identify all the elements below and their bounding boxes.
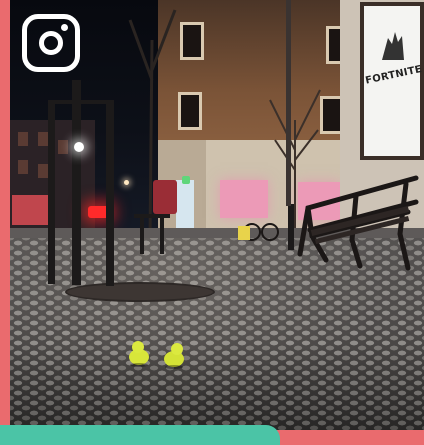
bare-tree — [128, 9, 177, 240]
yellow-duck-figurine — [164, 343, 184, 369]
yellow-bin — [238, 226, 250, 240]
instagram-icon[interactable] — [22, 14, 80, 72]
street-light — [124, 180, 129, 185]
tree-guard-post — [72, 80, 81, 285]
tree-guard-post — [106, 104, 114, 286]
tree-guard-rail — [48, 100, 114, 104]
bench — [297, 175, 419, 271]
tree-grate — [65, 282, 215, 302]
street-lamp-pole — [286, 0, 291, 206]
fortnite-logo-art — [382, 32, 404, 60]
instagram-dot-icon — [61, 24, 68, 31]
sign-post — [288, 204, 294, 250]
instagram-lens-icon — [39, 31, 63, 55]
yellow-duck-figurine — [129, 341, 149, 367]
left-storefront — [12, 195, 52, 225]
street-light — [74, 142, 84, 152]
tree-guard-post — [48, 100, 55, 284]
bottom-tab — [0, 425, 280, 445]
pharmacy-sign — [182, 176, 190, 184]
